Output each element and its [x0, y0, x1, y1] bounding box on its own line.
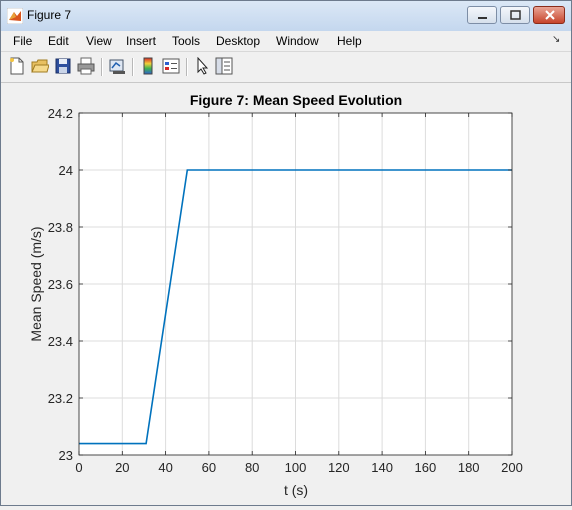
y-tick-label: 24 — [59, 163, 73, 178]
x-tick-label: 140 — [371, 460, 393, 475]
matlab-icon — [7, 8, 23, 24]
x-tick-label: 20 — [115, 460, 129, 475]
minimize-icon — [478, 17, 487, 19]
menu-file[interactable]: File — [13, 33, 32, 49]
maximize-icon — [510, 10, 521, 20]
menu-window[interactable]: Window — [276, 33, 319, 49]
y-axis-label: Mean Speed (m/s) — [28, 226, 44, 341]
x-tick-label: 200 — [501, 460, 523, 475]
toolbar-separator — [186, 58, 188, 76]
maximize-button[interactable] — [500, 6, 530, 24]
menu-tools[interactable]: Tools — [172, 33, 200, 49]
toolbar-separator — [101, 58, 103, 76]
property-editor-icon[interactable] — [215, 57, 233, 75]
menu-view[interactable]: View — [86, 33, 112, 49]
x-tick-label: 0 — [75, 460, 82, 475]
menu-desktop[interactable]: Desktop — [216, 33, 260, 49]
plot-svg: 0 20 40 60 80 100 120 140 160 180 200 23 23.2 23.4 23.… — [28, 92, 523, 498]
figure-window: Figure 7 File Edit View Insert Tools Des… — [0, 0, 572, 506]
new-figure-icon[interactable] — [8, 57, 26, 75]
y-tick-label: 23.6 — [48, 277, 73, 292]
minimize-button[interactable] — [467, 6, 497, 24]
close-button[interactable] — [533, 6, 565, 24]
open-icon[interactable] — [31, 57, 49, 75]
y-tick-label: 23.2 — [48, 391, 73, 406]
window-title: Figure 7 — [27, 8, 72, 22]
x-axis-label: t (s) — [284, 482, 308, 498]
legend-icon[interactable] — [162, 57, 180, 75]
colorbar-icon[interactable] — [139, 57, 157, 75]
menu-insert[interactable]: Insert — [126, 33, 156, 49]
y-tick-label: 23 — [59, 448, 73, 463]
toolbar — [1, 51, 571, 83]
dock-arrow-icon[interactable]: ↘ — [552, 34, 560, 45]
x-tick-label: 160 — [415, 460, 437, 475]
chart-title: Figure 7: Mean Speed Evolution — [190, 92, 402, 108]
x-tick-label: 180 — [458, 460, 480, 475]
close-icon — [545, 10, 555, 20]
y-tick-label: 23.8 — [48, 220, 73, 235]
figure-canvas: 0 20 40 60 80 100 120 140 160 180 200 23 23.2 23.4 23.… — [1, 83, 571, 505]
y-tick-label: 23.4 — [48, 334, 73, 349]
toolbar-separator — [132, 58, 134, 76]
pointer-icon[interactable] — [193, 57, 211, 75]
menu-edit[interactable]: Edit — [48, 33, 69, 49]
link-plot-icon[interactable] — [108, 57, 126, 75]
x-tick-label: 100 — [285, 460, 307, 475]
y-tick-label: 24.2 — [48, 106, 73, 121]
x-tick-label: 120 — [328, 460, 350, 475]
save-icon[interactable] — [54, 57, 72, 75]
print-icon[interactable] — [77, 57, 95, 75]
menu-help[interactable]: Help — [337, 33, 362, 49]
x-tick-label: 80 — [245, 460, 259, 475]
menu-bar: File Edit View Insert Tools Desktop Wind… — [1, 31, 571, 51]
title-bar[interactable]: Figure 7 — [1, 1, 571, 32]
x-tick-label: 40 — [158, 460, 172, 475]
x-tick-label: 60 — [202, 460, 216, 475]
